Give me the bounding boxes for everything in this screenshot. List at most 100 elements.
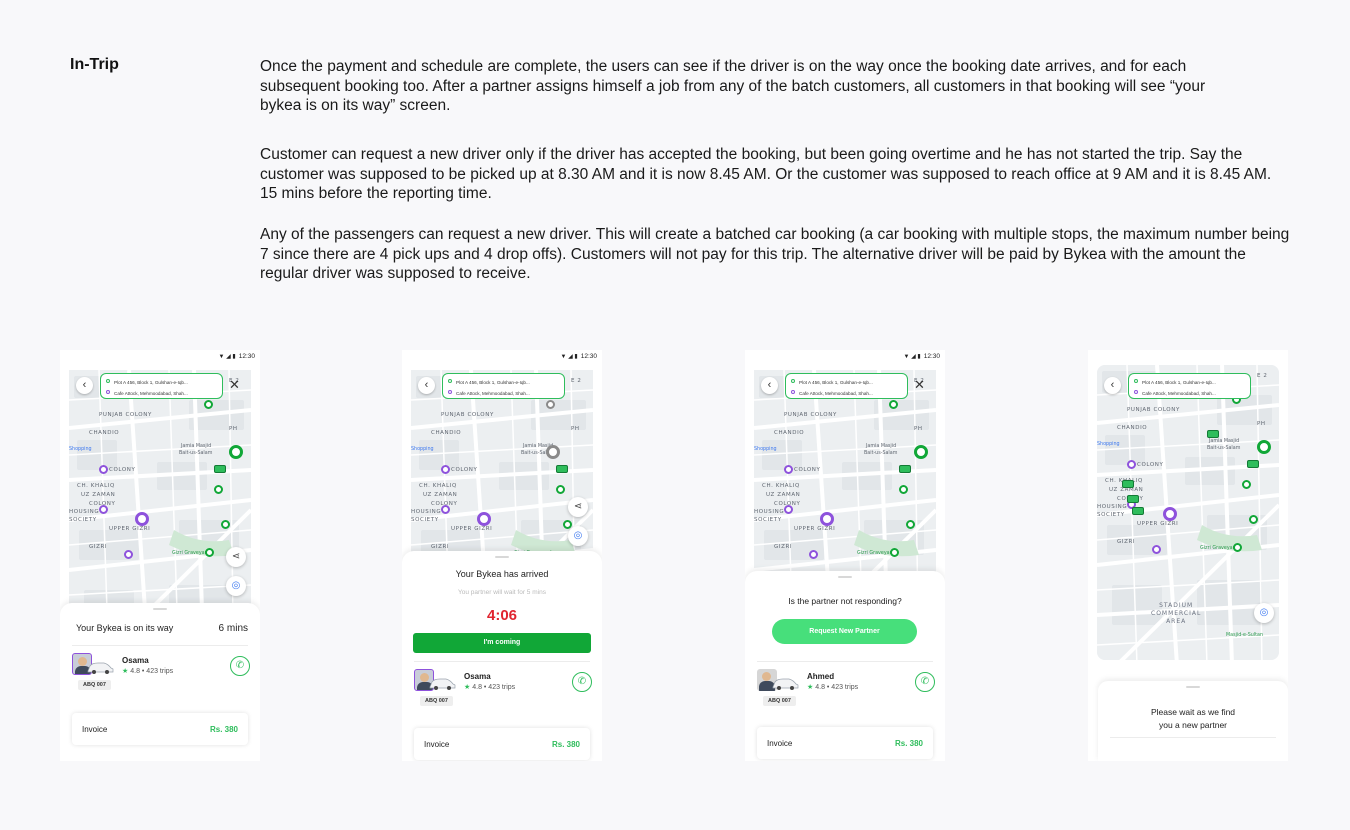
status-time: 12:30 bbox=[238, 353, 255, 360]
pickup-pin-icon bbox=[1242, 480, 1251, 489]
im-coming-button[interactable]: I'm coming bbox=[413, 633, 591, 653]
screen-on-its-way: ▼ ◢ ▮ 12:30 PUNJAB COLONY CHANDIO COLONY … bbox=[60, 350, 260, 761]
screen-finding-partner: PUNJAB COLONY CHANDIO COLONY CH. KHALIQ … bbox=[1088, 350, 1288, 761]
dropoff-pin-icon bbox=[820, 512, 834, 526]
taxi-car-icon bbox=[1132, 507, 1144, 515]
license-plate: ABQ 007 bbox=[420, 696, 453, 706]
driver-card: Osama ★ 4.8 • 423 trips ✆ ABQ 007 bbox=[412, 669, 592, 707]
invoice-amount: Rs. 380 bbox=[209, 725, 238, 734]
car-icon bbox=[87, 662, 114, 674]
map-label: Bait-us-Salam bbox=[179, 450, 213, 456]
map-label: E 2 bbox=[571, 378, 582, 384]
map-label: CHANDIO bbox=[89, 430, 119, 436]
screen-arrived: ▼ ◢ ▮ 12:30 PUNJAB COLONY CHANDIO COLONY … bbox=[402, 350, 602, 761]
dropoff-pin-icon bbox=[784, 505, 793, 514]
map-label: UZ ZAMAN bbox=[81, 492, 115, 498]
dropoff-pin-icon bbox=[99, 465, 108, 474]
dropoff-dot-icon bbox=[106, 390, 110, 394]
locate-icon[interactable]: ◎ bbox=[1254, 603, 1274, 623]
sheet-handle[interactable] bbox=[153, 608, 167, 610]
screen-not-responding: ▼ ◢ ▮ 12:30 PUNJAB COLONY CHANDIO COLONY … bbox=[745, 350, 945, 761]
phone-call-icon[interactable]: ✆ bbox=[572, 672, 592, 692]
back-arrow-icon[interactable]: ‹ bbox=[418, 377, 435, 394]
pickup-pin-icon bbox=[1233, 543, 1242, 552]
status-bar: ▼ ◢ ▮ 12:30 bbox=[745, 350, 945, 364]
pickup-dot-icon bbox=[1134, 379, 1138, 383]
driver-rating: ★ 4.8 • 423 trips bbox=[122, 667, 173, 675]
pickup-pin-icon bbox=[1257, 440, 1271, 454]
dropoff-pin-icon bbox=[124, 550, 133, 559]
map-label: Shopping bbox=[1097, 441, 1120, 447]
sheet-handle[interactable] bbox=[495, 556, 509, 558]
locate-icon[interactable]: ◎ bbox=[226, 576, 246, 596]
map-label: Shopping bbox=[411, 446, 434, 452]
pickup-pin-icon bbox=[204, 400, 213, 409]
map-label: COLONY bbox=[1137, 462, 1163, 468]
close-icon[interactable]: ✕ bbox=[914, 378, 925, 392]
map-view[interactable]: PUNJAB COLONY CHANDIO COLONY CH. KHALIQ … bbox=[69, 370, 251, 630]
request-new-partner-button[interactable]: Request New Partner bbox=[772, 619, 917, 644]
driver-name: Ahmed bbox=[807, 672, 835, 681]
share-icon[interactable]: ⋖ bbox=[568, 497, 588, 517]
trip-bottom-sheet: Is the partner not responding? Request N… bbox=[745, 571, 945, 761]
dropoff-pin-icon bbox=[441, 465, 450, 474]
star-icon: ★ bbox=[464, 684, 473, 691]
back-arrow-icon[interactable]: ‹ bbox=[76, 377, 93, 394]
invoice-card[interactable]: Invoice Rs. 380 bbox=[72, 713, 248, 745]
pickup-pin-icon bbox=[214, 485, 223, 494]
close-icon[interactable]: ✕ bbox=[229, 378, 240, 392]
dropoff-address: Cafe Attock, Mehmoodabad, Shah... bbox=[456, 391, 530, 396]
map-label: UZ ZAMAN bbox=[423, 492, 457, 498]
share-icon[interactable]: ⋖ bbox=[226, 547, 246, 567]
taxi-car-icon bbox=[1122, 480, 1134, 488]
sheet-title: Your Bykea is on its way bbox=[76, 623, 174, 633]
map-label: CH. KHALIQ bbox=[77, 483, 115, 489]
dropoff-address: Cafe Attock, Mehmoodabad, Shah... bbox=[1142, 391, 1216, 396]
locate-icon[interactable]: ◎ bbox=[568, 526, 588, 546]
invoice-card[interactable]: Invoice Rs. 380 bbox=[757, 727, 933, 759]
license-plate: ABQ 007 bbox=[78, 680, 111, 690]
dropoff-dot-icon bbox=[448, 390, 452, 394]
map-label: HOUSING bbox=[754, 509, 784, 515]
map-label: Jamia Masjid bbox=[865, 443, 896, 449]
pickup-dot-icon bbox=[448, 379, 452, 383]
waiting-line-2: you a new partner bbox=[1158, 720, 1228, 730]
map-label: CHANDIO bbox=[1117, 425, 1147, 431]
phone-call-icon[interactable]: ✆ bbox=[915, 672, 935, 692]
map-label: Gizri Graveyard bbox=[857, 550, 895, 556]
map-label: E 2 bbox=[1257, 373, 1268, 379]
invoice-card[interactable]: Invoice Rs. 380 bbox=[414, 728, 590, 760]
route-address-box[interactable]: Plot A 456, Block 1, Gulshan-e-Iqb... Ca… bbox=[785, 373, 908, 399]
sheet-handle[interactable] bbox=[1186, 686, 1200, 688]
map-label: CHANDIO bbox=[774, 430, 804, 436]
phone-call-icon[interactable]: ✆ bbox=[230, 656, 250, 676]
trip-bottom-sheet: Your Bykea has arrived You partner will … bbox=[402, 551, 602, 761]
route-address-box[interactable]: Plot A 456, Block 1, Gulshan-e-Iqb... Ca… bbox=[100, 373, 223, 399]
pickup-pin-icon bbox=[221, 520, 230, 529]
rating-text: 4.8 • 423 trips bbox=[472, 684, 516, 691]
dropoff-pin-icon bbox=[135, 512, 149, 526]
signal-icon: ▼ ◢ ▮ bbox=[218, 354, 236, 360]
taxi-car-icon bbox=[1207, 430, 1219, 438]
dropoff-pin-icon bbox=[1163, 507, 1177, 521]
map-label: AREA bbox=[1166, 618, 1187, 625]
route-address-box[interactable]: Plot A 456, Block 1, Gulshan-e-Iqb... Ca… bbox=[442, 373, 565, 399]
pickup-pin-icon bbox=[889, 400, 898, 409]
pickup-pin-icon bbox=[205, 548, 214, 557]
route-address-box[interactable]: Plot A 456, Block 1, Gulshan-e-Iqb... Ca… bbox=[1128, 373, 1251, 399]
driver-name: Osama bbox=[464, 672, 491, 681]
map-view[interactable]: PUNJAB COLONY CHANDIO COLONY CH. KHALIQ … bbox=[754, 370, 936, 602]
back-arrow-icon[interactable]: ‹ bbox=[1104, 377, 1121, 394]
taxi-car-icon bbox=[899, 465, 911, 473]
pickup-address: Plot A 456, Block 1, Gulshan-e-Iqb... bbox=[1142, 380, 1216, 385]
pickup-pin-icon bbox=[546, 445, 560, 459]
taxi-car-icon bbox=[214, 465, 226, 473]
taxi-car-icon bbox=[1127, 495, 1139, 503]
back-arrow-icon[interactable]: ‹ bbox=[761, 377, 778, 394]
driver-name: Osama bbox=[122, 656, 149, 665]
map-label: GIZRI bbox=[1117, 539, 1135, 545]
map-label: HOUSING bbox=[69, 509, 99, 515]
map-label: SOCIETY bbox=[1097, 512, 1125, 518]
map-view[interactable]: PUNJAB COLONY CHANDIO COLONY CH. KHALIQ … bbox=[411, 370, 593, 580]
sheet-handle[interactable] bbox=[838, 576, 852, 578]
